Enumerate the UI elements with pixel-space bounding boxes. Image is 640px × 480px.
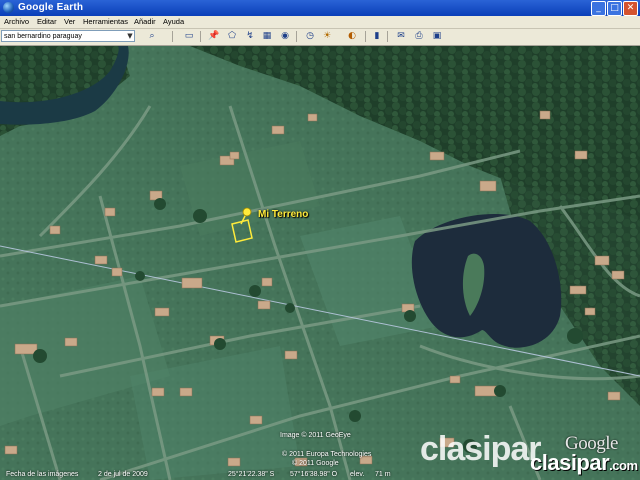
- menu-editar[interactable]: Editar: [37, 17, 57, 26]
- copyright-europa: © 2011 Europa Technologies: [282, 451, 372, 458]
- status-bar: Fecha de las imágenes 2 de jul de 2009 2…: [0, 471, 640, 480]
- toolbar-separator: [172, 31, 173, 42]
- sun-icon[interactable]: ☀: [320, 30, 334, 43]
- menu-anadir[interactable]: Añadir: [134, 17, 156, 26]
- placemark-icon[interactable]: 📌: [207, 30, 221, 43]
- watermark-clasipar: clasipar: [420, 430, 542, 468]
- path-icon[interactable]: ↯: [243, 30, 257, 43]
- sidebar-icon[interactable]: ▭: [182, 30, 196, 43]
- toolbar-separator: [365, 31, 366, 42]
- search-input[interactable]: san bernardino paraguay: [1, 30, 135, 42]
- menu-ayuda[interactable]: Ayuda: [163, 17, 184, 26]
- menu-archivo[interactable]: Archivo: [4, 17, 29, 26]
- toolbar-separator: [200, 31, 201, 42]
- copyright-google: © 2011 Google: [292, 460, 339, 467]
- menu-bar: Archivo Editar Ver Herramientas Añadir A…: [0, 16, 640, 29]
- print-icon[interactable]: ⎙: [412, 30, 426, 43]
- menu-herramientas[interactable]: Herramientas: [83, 17, 128, 26]
- email-icon[interactable]: ✉: [394, 30, 408, 43]
- chevron-down-icon[interactable]: ▼: [126, 31, 134, 41]
- google-earth-icon: [3, 2, 14, 13]
- ruler-icon[interactable]: ▮: [370, 30, 384, 43]
- watermark-suffix: .com: [609, 458, 638, 473]
- toolbar: san bernardino paraguay ▼ ⌕ ▭ 📌 ⬠ ↯ ▦ ◉ …: [0, 29, 640, 46]
- window-controls: _ □ ✕: [591, 1, 638, 16]
- latitude-readout: 25°21'22.38" S: [228, 471, 275, 478]
- imagery-date: 2 de jul de 2009: [98, 471, 148, 478]
- imagery-date-label: Fecha de las imágenes: [6, 471, 79, 478]
- close-button[interactable]: ✕: [623, 1, 638, 16]
- elevation-readout: 71 m: [375, 471, 391, 478]
- menu-ver[interactable]: Ver: [64, 17, 75, 26]
- placemark-label[interactable]: Mi Terreno: [258, 209, 308, 220]
- search-icon[interactable]: ⌕: [145, 30, 159, 43]
- title-bar: Google Earth _ □ ✕: [0, 0, 640, 16]
- tour-icon[interactable]: ◉: [278, 30, 292, 43]
- maps-icon[interactable]: ▣: [430, 30, 444, 43]
- maximize-button[interactable]: □: [607, 1, 622, 16]
- longitude-readout: 57°16'38.98" O: [290, 471, 338, 478]
- toolbar-separator: [296, 31, 297, 42]
- image-overlay-icon[interactable]: ▦: [260, 30, 274, 43]
- elevation-label: elev.: [350, 471, 365, 478]
- map-view[interactable]: Mi Terreno clasipar Google clasipar.com …: [0, 46, 640, 480]
- image-credit: Image © 2011 GeoEye: [280, 432, 351, 439]
- planets-icon[interactable]: ◐: [345, 30, 359, 43]
- polygon-icon[interactable]: ⬠: [225, 30, 239, 43]
- clock-icon[interactable]: ◷: [303, 30, 317, 43]
- window-title: Google Earth: [18, 2, 84, 13]
- satellite-imagery: [0, 46, 640, 480]
- minimize-button[interactable]: _: [591, 1, 606, 16]
- toolbar-separator: [387, 31, 388, 42]
